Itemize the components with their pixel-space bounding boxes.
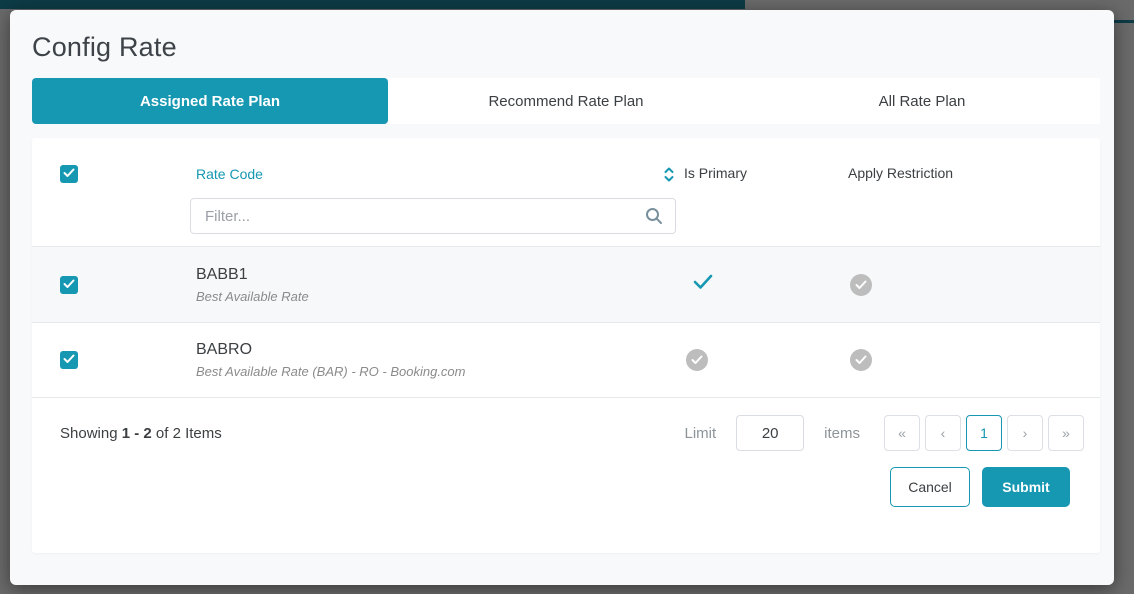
tab-bar: Assigned Rate Plan Recommend Rate Plan A…: [32, 78, 1100, 124]
rate-code: BABB1: [196, 266, 248, 284]
column-header-is-primary: Is Primary: [684, 165, 747, 181]
limit-label: Limit: [684, 425, 716, 442]
pagination: « ‹ 1 › »: [884, 415, 1084, 451]
column-header-apply-restriction: Apply Restriction: [848, 165, 953, 181]
rate-description: Best Available Rate (BAR) - RO - Booking…: [196, 364, 466, 379]
column-header-rate-code[interactable]: Rate Code: [196, 166, 263, 182]
sort-icon[interactable]: [662, 166, 676, 183]
filter-row: [32, 198, 1100, 234]
check-icon: [63, 165, 75, 183]
showing-range: 1 - 2: [122, 425, 152, 442]
tab-all-rate-plan[interactable]: All Rate Plan: [744, 78, 1100, 124]
first-page-button[interactable]: «: [884, 415, 920, 451]
tab-label: Recommend Rate Plan: [488, 93, 643, 110]
apply-restriction-inactive-icon[interactable]: [850, 274, 872, 296]
is-primary-inactive-icon[interactable]: [686, 349, 708, 371]
check-icon: [63, 276, 75, 294]
apply-restriction-inactive-icon[interactable]: [850, 349, 872, 371]
rate-code: BABRO: [196, 341, 252, 359]
tab-label: Assigned Rate Plan: [140, 93, 280, 110]
table-row: BABRO Best Available Rate (BAR) - RO - B…: [32, 322, 1100, 398]
select-all-checkbox[interactable]: [60, 165, 78, 183]
submit-button[interactable]: Submit: [982, 467, 1070, 507]
background-page-accent: [1114, 20, 1134, 23]
items-label: items: [824, 425, 860, 442]
table-body: BABB1 Best Available Rate: [32, 246, 1100, 398]
cancel-button[interactable]: Cancel: [890, 467, 970, 507]
limit-control: Limit items: [684, 415, 860, 451]
rate-plan-table: Rate Code Is Primary Apply Restriction: [32, 138, 1100, 553]
search-icon: [644, 206, 664, 231]
tab-recommend-rate-plan[interactable]: Recommend Rate Plan: [388, 78, 744, 124]
table-footer: Showing 1 - 2 of 2 Items Limit items « ‹…: [32, 415, 1100, 451]
showing-summary: Showing 1 - 2 of 2 Items: [60, 425, 222, 442]
check-icon: [63, 351, 75, 369]
rate-description: Best Available Rate: [196, 289, 309, 304]
config-rate-modal: Config Rate Assigned Rate Plan Recommend…: [10, 10, 1114, 585]
row-checkbox[interactable]: [60, 276, 78, 294]
prev-page-button[interactable]: ‹: [925, 415, 961, 451]
filter-input[interactable]: [190, 198, 676, 234]
next-page-button[interactable]: ›: [1007, 415, 1043, 451]
limit-input[interactable]: [736, 415, 804, 451]
page-number-button[interactable]: 1: [966, 415, 1002, 451]
table-header-row: Rate Code Is Primary Apply Restriction: [32, 162, 1100, 186]
modal-actions: Cancel Submit: [32, 467, 1100, 507]
table-row: BABB1 Best Available Rate: [32, 246, 1100, 322]
last-page-button[interactable]: »: [1048, 415, 1084, 451]
page-title: Config Rate: [32, 32, 1114, 63]
row-checkbox[interactable]: [60, 351, 78, 369]
tab-label: All Rate Plan: [879, 93, 966, 110]
tab-assigned-rate-plan[interactable]: Assigned Rate Plan: [32, 78, 388, 124]
background-page-header-bar: [0, 0, 745, 9]
is-primary-checked-icon[interactable]: [692, 273, 714, 291]
